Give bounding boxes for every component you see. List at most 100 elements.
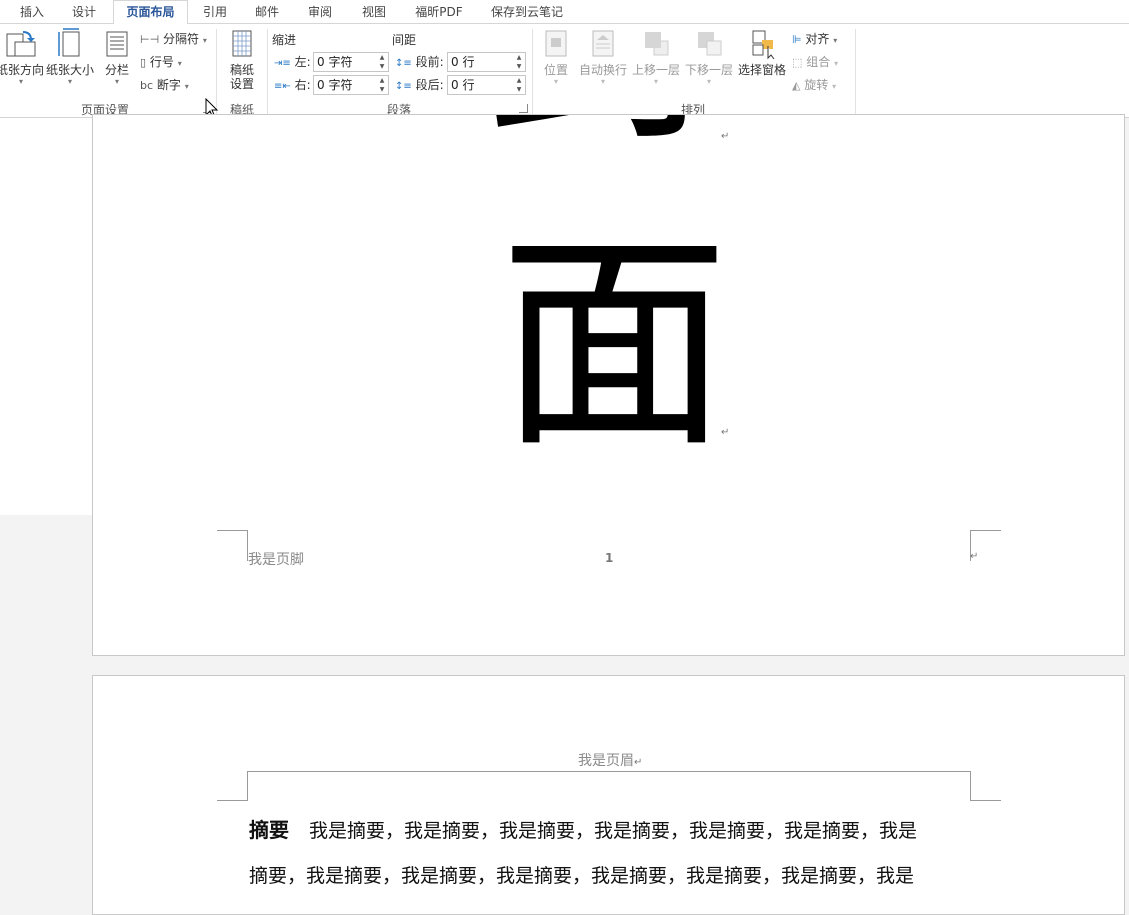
spacing-after-label: ↕≡ 段后: (395, 78, 444, 92)
align-label: 对齐 (805, 32, 830, 46)
align-button[interactable]: ⊫ 对齐 ▾ (792, 29, 837, 49)
position-label: 位置 (543, 63, 568, 77)
chevron-down-icon: ▾ (600, 77, 605, 86)
group-button[interactable]: ⬚ 组合 ▾ (792, 52, 838, 72)
tab-page-layout[interactable]: 页面布局 (113, 0, 188, 25)
size-button[interactable]: 纸张大小 ▾ (44, 28, 96, 87)
bring-forward-label: 上移一层 (631, 63, 680, 77)
spacing-after-input[interactable] (448, 76, 511, 93)
footer-text[interactable]: 我是页脚 (248, 549, 304, 569)
rotate-button[interactable]: ◭ 旋转 ▾ (792, 75, 836, 95)
breaks-icon: ⊢⊣ (140, 33, 160, 46)
tab-insert[interactable]: 插入 (8, 0, 56, 24)
wrap-text-button[interactable]: 自动换行 ▾ (577, 28, 629, 87)
indent-heading: 缩进 (272, 33, 297, 47)
left-margin-strip (0, 118, 92, 515)
header-text[interactable]: 我是页眉↵ (578, 750, 642, 770)
page-2[interactable]: 我是页眉↵ 摘要 我是摘要，我是摘要，我是摘要，我是摘要，我是摘要，我是摘要，我是… (92, 675, 1125, 915)
page-number: 1 (605, 551, 614, 565)
spacing-heading: 间距 (392, 33, 417, 47)
bring-forward-icon (645, 32, 669, 56)
selection-pane-button[interactable]: 选择窗格 (737, 28, 787, 77)
hyphenation-label: 断字 (156, 78, 181, 92)
position-button[interactable]: 位置 ▾ (538, 28, 574, 87)
tab-review[interactable]: 审阅 (298, 0, 342, 24)
spacing-before-label: ↕≡ 段前: (395, 55, 444, 69)
paper-size-icon (58, 28, 80, 57)
indent-left-stepper[interactable]: ▲▼ (313, 52, 389, 72)
orientation-label: 纸张方向 (0, 63, 45, 77)
stepper-arrows-icon[interactable]: ▲ ▼ (515, 53, 523, 71)
indent-left-icon: ⇥≡ (274, 58, 291, 69)
tab-view[interactable]: 视图 (352, 0, 396, 24)
manuscript-label-1: 稿纸 (229, 63, 254, 77)
tab-mailings[interactable]: 邮件 (245, 0, 289, 24)
abstract-heading: 摘要 (249, 818, 289, 842)
tab-save-cloud-note[interactable]: 保存到云笔记 (482, 0, 572, 24)
page-1[interactable]: 封 ↵ 面 ↵ 我是页脚 1 ↵ (92, 114, 1125, 656)
spacing-after-stepper[interactable]: ▲▼ (447, 75, 526, 95)
indent-right-icon: ≡⇤ (274, 81, 291, 92)
columns-button[interactable]: 分栏 ▾ (100, 28, 134, 87)
cover-title-char-2: 面 (499, 212, 730, 479)
columns-icon (106, 31, 128, 57)
send-backward-label: 下移一层 (684, 63, 733, 77)
abstract-line-2[interactable]: 摘要，我是摘要，我是摘要，我是摘要，我是摘要，我是摘要，我是摘要，我是 (249, 861, 914, 888)
orientation-icon (6, 31, 36, 57)
tab-foxit-pdf[interactable]: 福昕PDF (408, 0, 470, 24)
indent-left-label: ⇥≡ 左: (274, 55, 311, 69)
chevron-down-icon: ▾ (67, 77, 72, 86)
chevron-down-icon: ▾ (706, 77, 711, 86)
group-label: 组合 (806, 55, 831, 69)
tab-references[interactable]: 引用 (193, 0, 237, 24)
spacing-before-stepper[interactable]: ▲▼ (447, 52, 526, 72)
selection-pane-icon (752, 30, 775, 60)
rotate-icon: ◭ (792, 79, 801, 92)
header-crop-mark-left (217, 771, 248, 801)
chevron-down-icon: ▾ (653, 77, 658, 86)
hyphenation-button[interactable]: bc 断字 ▾ (140, 75, 189, 95)
indent-left-input[interactable] (314, 53, 377, 70)
header-crop-mark-right (970, 771, 1001, 801)
indent-right-input[interactable] (314, 76, 377, 93)
send-backward-button[interactable]: 下移一层 ▾ (683, 28, 735, 87)
orientation-button[interactable]: 纸张方向 ▾ (0, 28, 45, 87)
group-separator (855, 29, 856, 114)
size-label: 纸张大小 (45, 63, 94, 77)
chevron-down-icon: ▾ (18, 77, 23, 86)
header-border-line (248, 771, 970, 772)
spacing-before-input[interactable] (448, 53, 511, 70)
line-numbers-icon: ▯ (140, 56, 147, 69)
wrap-text-label: 自动换行 (578, 63, 627, 77)
ribbon-tab-bar: 插入 设计 页面布局 引用 邮件 审阅 视图 福昕PDF 保存到云笔记 (0, 0, 1129, 25)
rotate-label: 旋转 (804, 78, 829, 92)
stepper-arrows-icon[interactable]: ▲ ▼ (515, 76, 523, 94)
paragraph-mark: ↵ (970, 551, 979, 562)
ribbon: 纸张方向 ▾ 纸张大小 ▾ 分栏 ▾ ⊢⊣ 分隔符 ▾ ▯ 行号 ▾ bc 断字 (0, 24, 1129, 119)
paragraph-mark: ↵ (721, 131, 730, 142)
selection-pane-label: 选择窗格 (737, 63, 786, 77)
stepper-arrows-icon[interactable]: ▲ ▼ (378, 53, 386, 71)
footer-crop-mark-left (217, 530, 248, 561)
chevron-down-icon: ▾ (184, 82, 189, 91)
paragraph-dialog-launcher[interactable] (519, 104, 528, 113)
line-numbers-label: 行号 (149, 55, 174, 69)
stepper-arrows-icon[interactable]: ▲ ▼ (378, 76, 386, 94)
wrap-text-icon (592, 30, 614, 57)
tab-design[interactable]: 设计 (60, 0, 108, 24)
send-backward-icon (698, 32, 722, 56)
indent-right-stepper[interactable]: ▲▼ (313, 75, 389, 95)
group-icon: ⬚ (792, 56, 803, 69)
abstract-line-1[interactable]: 摘要 我是摘要，我是摘要，我是摘要，我是摘要，我是摘要，我是摘要，我是 (249, 814, 917, 843)
position-icon (545, 30, 567, 57)
chevron-down-icon: ▾ (114, 77, 119, 86)
line-numbers-button[interactable]: ▯ 行号 ▾ (140, 52, 182, 72)
document-canvas[interactable]: 封 ↵ 面 ↵ 我是页脚 1 ↵ 我是页眉↵ 摘要我是摘要，我是摘要，我是摘要，… (0, 114, 1129, 915)
chevron-down-icon: ▾ (833, 36, 838, 45)
bring-forward-button[interactable]: 上移一层 ▾ (630, 28, 682, 87)
chevron-down-icon: ▾ (832, 82, 837, 91)
manuscript-setup-button[interactable]: 稿纸 设置 (224, 28, 260, 91)
paragraph-mark: ↵ (634, 757, 643, 768)
breaks-button[interactable]: ⊢⊣ 分隔符 ▾ (140, 29, 207, 49)
chevron-down-icon: ▾ (177, 59, 182, 68)
